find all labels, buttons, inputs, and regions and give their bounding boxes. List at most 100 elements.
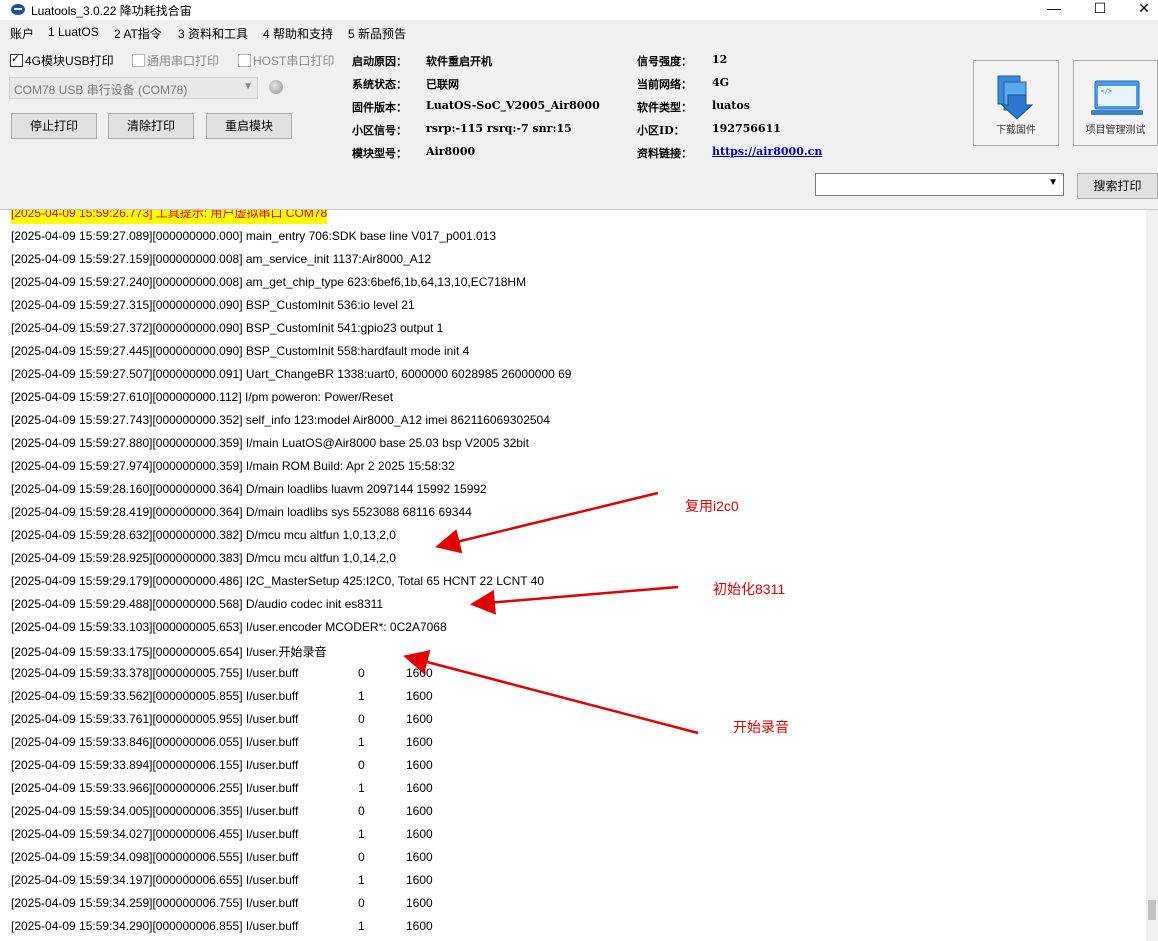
- buff-index: 1: [358, 781, 365, 795]
- serial-print-checkbox[interactable]: 通用串口打印: [132, 52, 219, 69]
- menu-resources-tools[interactable]: 3 资料和工具: [178, 25, 248, 42]
- log-line: [2025-04-09 15:59:27.315][000000000.090]…: [11, 298, 415, 312]
- serial-print-label: 通用串口打印: [147, 54, 220, 68]
- log-line: [2025-04-09 15:59:27.610][000000000.112]…: [11, 390, 394, 404]
- log-line-prefix: [2025-04-09 15:59:34.005][000000006.355]…: [11, 804, 299, 818]
- clear-print-button[interactable]: 清除打印: [108, 113, 194, 139]
- search-select[interactable]: ▼: [815, 173, 1064, 196]
- menu-help-support[interactable]: 4 帮助和支持: [263, 25, 333, 42]
- app-logo-icon: [11, 4, 25, 15]
- restart-module-button[interactable]: 重启模块: [206, 113, 292, 139]
- log-line: [2025-04-09 15:59:29.488][000000000.568]…: [11, 597, 384, 611]
- buff-size: 1600: [406, 896, 433, 910]
- project-management-button[interactable]: </> 项目管理测试: [1073, 60, 1158, 146]
- info-value: LuatOS-SoC_V2005_Air8000: [426, 99, 600, 112]
- info-label: 固件版本：: [352, 101, 407, 114]
- log-line: [2025-04-09 15:59:27.089][000000000.000]…: [11, 229, 497, 243]
- close-button[interactable]: ✕: [1121, 0, 1158, 20]
- info-value: 192756611: [712, 122, 781, 135]
- info-label: 资料链接：: [637, 147, 692, 160]
- download-firmware-button[interactable]: 下载固件: [973, 60, 1059, 146]
- maximize-button[interactable]: ☐: [1077, 0, 1123, 20]
- log-line: [2025-04-09 15:59:27.507][000000000.091]…: [11, 367, 572, 381]
- log-line: [2025-04-09 15:59:33.562][000000005.855]…: [11, 689, 611, 709]
- chevron-down-icon: ▼: [1048, 177, 1058, 188]
- log-line: [2025-04-09 15:59:27.240][000000000.008]…: [11, 275, 527, 289]
- log-line: [2025-04-09 15:59:27.880][000000000.359]…: [11, 436, 529, 450]
- log-header-line: [2025-04-09 15:59:26.773] 工具提示: 用户虚拟串口 C…: [11, 210, 328, 224]
- checkbox-icon: [238, 54, 251, 67]
- menu-bar: 账户 1 LuatOS 2 AT指令 3 资料和工具 4 帮助和支持 5 新品预…: [0, 22, 1158, 42]
- info-value: 12: [712, 53, 728, 66]
- port-select-value: COM78 USB 串行设备 (COM78): [14, 83, 188, 97]
- buff-size: 1600: [406, 758, 433, 772]
- log-line: [2025-04-09 15:59:28.632][000000000.382]…: [11, 528, 396, 542]
- info-docs-link: 资料链接： https://air8000.cn: [637, 145, 822, 161]
- log-line: [2025-04-09 15:59:33.894][000000006.155]…: [11, 758, 611, 778]
- checkbox-checked-icon: [10, 52, 23, 67]
- info-label: 软件类型：: [637, 101, 692, 114]
- buff-size: 1600: [406, 666, 433, 680]
- minimize-button[interactable]: —: [1031, 0, 1077, 20]
- info-software-type: 软件类型： luatos: [637, 99, 750, 115]
- control-panel: 4G模块USB打印 通用串口打印 HOST串口打印 COM78 USB 串行设备…: [0, 44, 1158, 210]
- log-line-prefix: [2025-04-09 15:59:33.846][000000006.055]…: [11, 735, 299, 749]
- menu-at-commands[interactable]: 2 AT指令: [114, 25, 162, 42]
- menu-luatos[interactable]: 1 LuatOS: [48, 25, 99, 39]
- info-system-status: 系统状态： 已联网: [352, 76, 459, 92]
- scrollbar-thumb[interactable]: [1148, 900, 1156, 920]
- info-module-model: 模块型号： Air8000: [352, 145, 475, 161]
- svg-text:</>: </>: [1101, 88, 1112, 95]
- log-line-prefix: [2025-04-09 15:59:34.098][000000006.555]…: [11, 850, 299, 864]
- docs-link[interactable]: https://air8000.cn: [712, 145, 822, 158]
- log-line: [2025-04-09 15:59:27.743][000000000.352]…: [11, 413, 550, 427]
- log-line-prefix: [2025-04-09 15:59:33.378][000000005.755]…: [11, 666, 299, 680]
- annotation-i2c: 复用i2c0: [685, 498, 739, 514]
- chevron-down-icon: ▼: [243, 81, 253, 92]
- info-value: 已联网: [426, 78, 459, 91]
- log-line: [2025-04-09 15:59:27.372][000000000.090]…: [11, 321, 444, 335]
- info-label: 系统状态：: [352, 78, 407, 91]
- annotation-record: 开始录音: [733, 719, 789, 735]
- buff-size: 1600: [406, 850, 433, 864]
- info-value: luatos: [712, 99, 750, 112]
- info-value: 4G: [712, 76, 730, 89]
- host-print-checkbox[interactable]: HOST串口打印: [238, 52, 334, 69]
- log-line-prefix: [2025-04-09 15:59:34.027][000000006.455]…: [11, 827, 299, 841]
- info-label: 启动原因：: [352, 55, 407, 68]
- log-line-prefix: [2025-04-09 15:59:34.259][000000006.755]…: [11, 896, 299, 910]
- buff-index: 1: [358, 735, 365, 749]
- usb-print-checkbox[interactable]: 4G模块USB打印: [10, 52, 114, 69]
- menu-new-products[interactable]: 5 新品预告: [348, 25, 406, 42]
- buff-size: 1600: [406, 712, 433, 726]
- buff-size: 1600: [406, 735, 433, 749]
- log-output[interactable]: [2025-04-09 15:59:26.773] 工具提示: 用户虚拟串口 C…: [0, 210, 1146, 941]
- stop-print-button[interactable]: 停止打印: [11, 113, 97, 139]
- log-scrollbar[interactable]: [1146, 210, 1158, 941]
- log-line-prefix: [2025-04-09 15:59:34.290][000000006.855]…: [11, 919, 299, 933]
- log-line: [2025-04-09 15:59:34.027][000000006.455]…: [11, 827, 611, 847]
- info-value: rsrp:-115 rsrq:-7 snr:15: [426, 122, 572, 135]
- title-bar: Luatools_3.0.22 降功耗找合宙 — ☐ ✕: [0, 0, 1158, 20]
- buff-index: 0: [358, 896, 365, 910]
- port-select[interactable]: COM78 USB 串行设备 (COM78) ▼: [9, 77, 258, 99]
- log-line: [2025-04-09 15:59:34.259][000000006.755]…: [11, 896, 611, 916]
- buff-index: 1: [358, 827, 365, 841]
- host-print-label: HOST串口打印: [253, 54, 335, 68]
- buff-index: 0: [358, 758, 365, 772]
- info-firmware-version: 固件版本： LuatOS-SoC_V2005_Air8000: [352, 99, 600, 115]
- buff-size: 1600: [406, 873, 433, 887]
- log-line: [2025-04-09 15:59:33.103][000000005.653]…: [11, 620, 447, 634]
- annotation-codec: 初始化8311: [713, 581, 786, 597]
- buff-index: 1: [358, 873, 365, 887]
- log-line: [2025-04-09 15:59:34.098][000000006.555]…: [11, 850, 611, 870]
- menu-account[interactable]: 账户: [10, 25, 34, 42]
- log-line: [2025-04-09 15:59:27.445][000000000.090]…: [11, 344, 470, 358]
- search-print-button[interactable]: 搜索打印: [1077, 173, 1158, 199]
- info-value: Air8000: [426, 145, 476, 158]
- info-cell-id: 小区ID： 192756611: [637, 122, 781, 138]
- info-label: 当前网络：: [637, 78, 692, 91]
- info-signal-strength: 信号强度： 12: [637, 53, 727, 69]
- log-line: [2025-04-09 15:59:33.966][000000006.255]…: [11, 781, 611, 801]
- download-firmware-label: 下载固件: [996, 125, 1036, 136]
